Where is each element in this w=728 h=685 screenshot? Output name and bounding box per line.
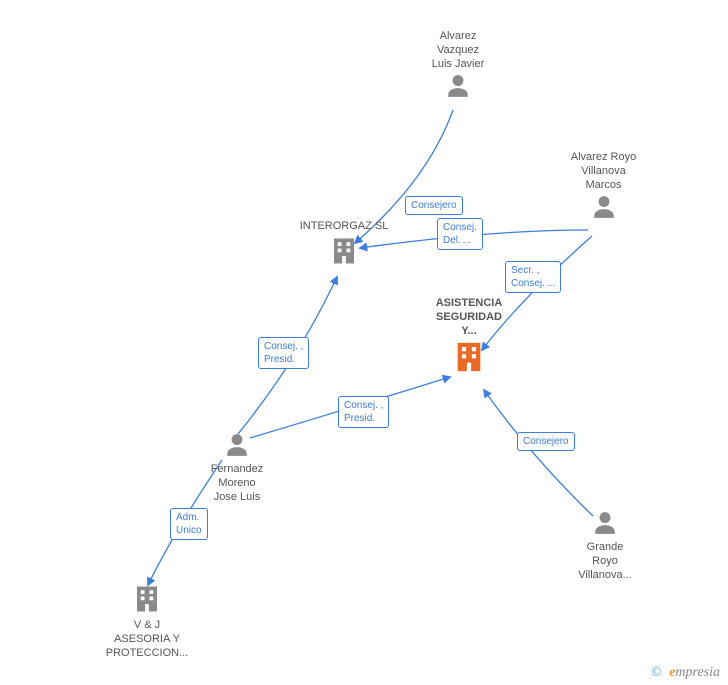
building-icon [452, 340, 486, 374]
footer-brand: © empresia [651, 665, 720, 681]
node-label: ASISTENCIA SEGURIDAD Y... [419, 297, 519, 338]
node-label: V & J ASESORIA Y PROTECCION... [92, 619, 202, 660]
node-person-alvarez-royo[interactable]: Alvarez Royo Villanova Marcos [556, 151, 651, 223]
node-person-grande[interactable]: Grande Royo Villanova... [560, 510, 650, 582]
brand-rest: mpresia [675, 665, 720, 680]
edge-label-secr-consej[interactable]: Secr. , Consej. ... [505, 261, 561, 293]
node-person-alvarez-vazquez[interactable]: Alvarez Vazquez Luis Javier [418, 30, 498, 102]
node-label: INTERORGAZ SL [289, 220, 399, 234]
edges-layer [0, 0, 728, 685]
node-label: Grande Royo Villanova... [560, 541, 650, 582]
edge-label-consej-presid-1[interactable]: Consej. , Presid. [258, 337, 309, 369]
person-icon [592, 510, 618, 536]
edge-label-consejero-2[interactable]: Consejero [517, 432, 575, 451]
person-icon [224, 432, 250, 458]
person-icon [591, 194, 617, 220]
node-label: Alvarez Vazquez Luis Javier [418, 30, 498, 71]
node-company-asistencia[interactable]: ASISTENCIA SEGURIDAD Y... [419, 297, 519, 377]
building-icon [329, 236, 359, 266]
edge-label-consej-del[interactable]: Consej. Del. ... [437, 218, 483, 250]
edge-label-consej-presid-2[interactable]: Consej. , Presid. [338, 396, 389, 428]
copyright-symbol: © [651, 665, 662, 680]
diagram-stage: { "nodes": { "alvarez_vazquez": { "l1": … [0, 0, 728, 685]
node-company-interorgaz[interactable]: INTERORGAZ SL [289, 220, 399, 269]
node-label: Alvarez Royo Villanova Marcos [556, 151, 651, 192]
edge-label-adm-unico[interactable]: Adm. Unico [170, 508, 208, 540]
edge-label-consejero-1[interactable]: Consejero [405, 196, 463, 215]
node-company-vj[interactable]: V & J ASESORIA Y PROTECCION... [92, 584, 202, 660]
node-label: Fernandez Moreno Jose Luis [197, 463, 277, 504]
building-icon [132, 584, 162, 614]
person-icon [445, 73, 471, 99]
node-person-fernandez[interactable]: Fernandez Moreno Jose Luis [197, 432, 277, 504]
